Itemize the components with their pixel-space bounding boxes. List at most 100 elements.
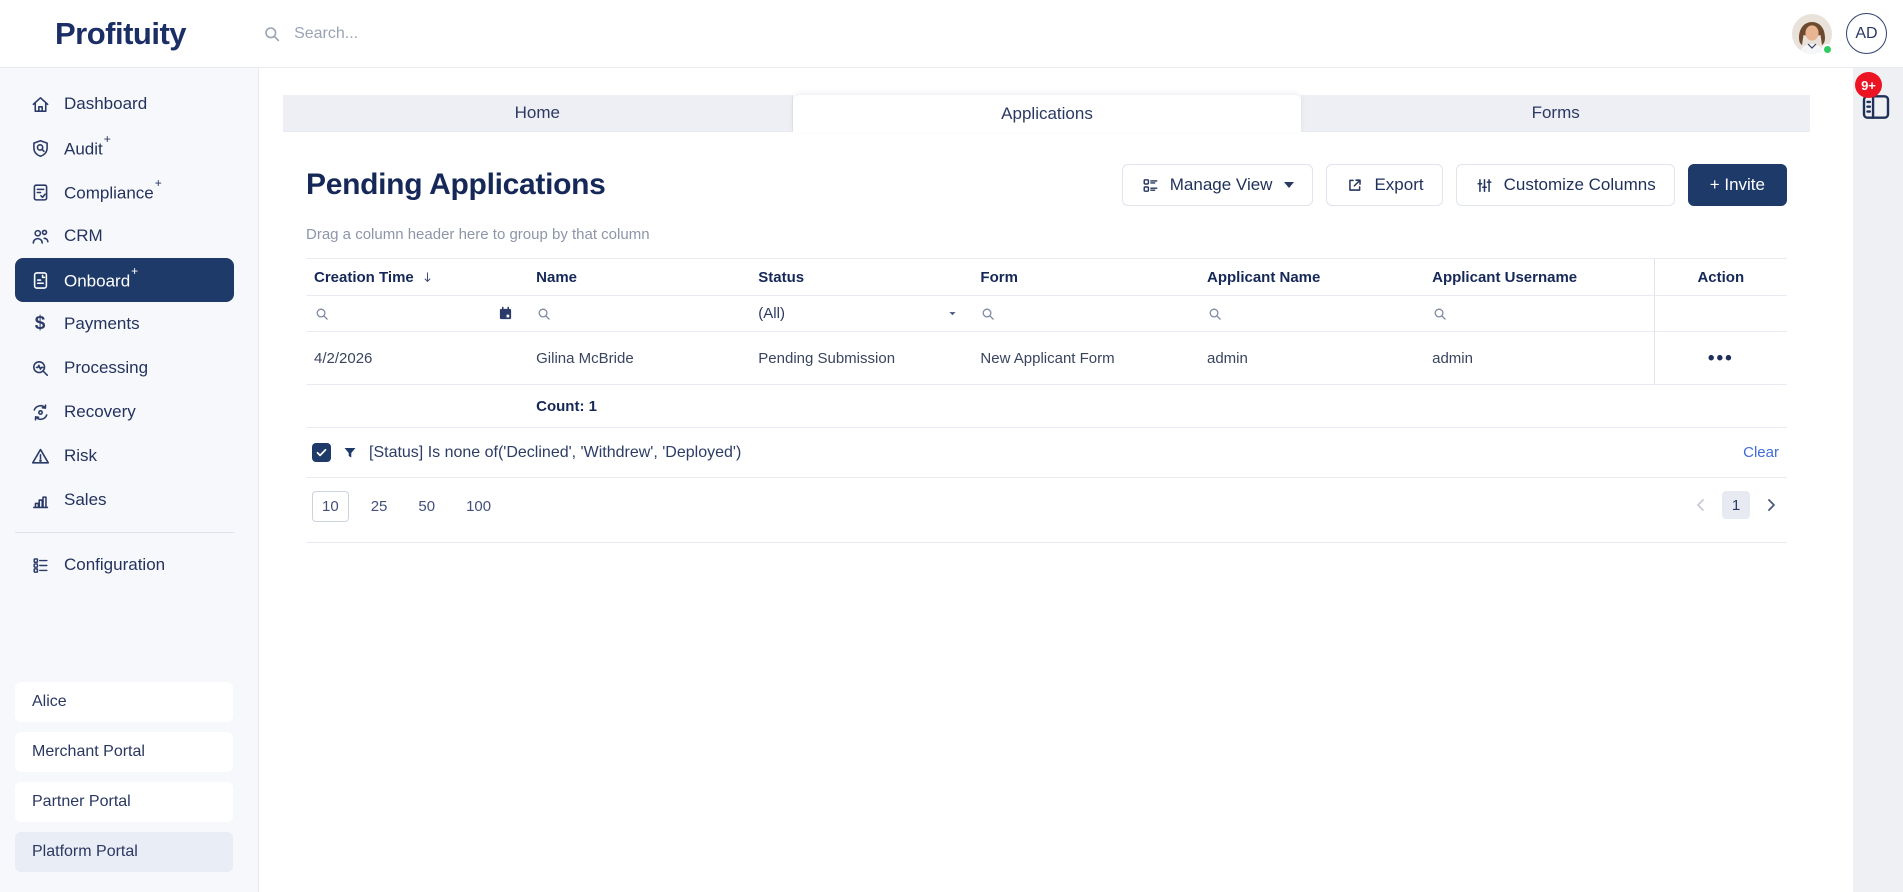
group-by-hint: Drag a column header here to group by th… [306,226,650,243]
column-header-creation-time[interactable]: Creation Time [306,259,528,295]
filter-applicant-username[interactable] [1424,296,1654,331]
portal-card-partner[interactable]: Partner Portal [15,782,233,822]
filter-form[interactable] [972,296,1199,331]
portal-card-alice[interactable]: Alice [15,682,233,722]
page-navigation: 1 [1691,491,1781,519]
user-avatar[interactable] [1792,13,1833,55]
tab-applications[interactable]: Applications [792,95,1302,132]
account-initials-badge[interactable]: AD [1846,13,1887,54]
filter-action-empty [1653,296,1787,331]
shield-search-icon [28,138,52,159]
column-header-status[interactable]: Status [750,259,972,295]
filter-creation-time[interactable] [306,296,528,331]
bar-chart-icon [28,490,52,511]
applications-panel: Pending Applications Manage View Export … [283,132,1810,543]
calendar-icon[interactable] [497,305,514,322]
home-icon [28,94,52,115]
page-title: Pending Applications [306,168,606,201]
notification-count-badge: 9+ [1855,72,1882,98]
filter-applicant-name[interactable] [1199,296,1424,331]
sort-desc-icon [424,271,431,282]
sidebar-item-risk[interactable]: Risk [15,434,234,478]
page-size-50[interactable]: 50 [409,492,444,521]
dollar-icon: $ [34,313,46,334]
sliders-icon [1477,178,1492,192]
sidebar-item-processing[interactable]: Processing [15,346,234,390]
filter-name[interactable] [528,296,750,331]
active-filter-bar: [Status] Is none of('Declined', 'Withdre… [306,428,1787,478]
customize-columns-button[interactable]: Customize Columns [1455,164,1675,206]
grid-filter-row: (All) [306,296,1787,332]
page-size-10[interactable]: 10 [312,491,349,522]
view-list-icon [1143,178,1158,192]
page-size-25[interactable]: 25 [362,492,397,521]
check-icon [316,448,327,457]
sidebar-item-label: Recovery [64,402,136,421]
filter-funnel-icon [344,447,356,457]
search-icon [265,26,280,41]
sidebar-divider [15,532,234,533]
row-count: Count: 1 [536,397,597,415]
sidebar-item-payments[interactable]: $ Payments [15,302,234,346]
grid-header-row: Creation Time Name Status Form Applicant… [306,259,1787,296]
next-page-icon[interactable] [1761,495,1781,515]
invite-button[interactable]: + Invite [1687,164,1787,206]
sidebar-item-compliance[interactable]: Compliance+ [15,170,234,214]
sidebar-item-label: Audit+ [64,131,111,159]
search-input[interactable] [294,24,615,43]
sidebar-item-audit[interactable]: Audit+ [15,126,234,170]
main-content: Home Applications Forms Pending Applicat… [259,68,1853,892]
filter-expression: [Status] Is none of('Declined', 'Withdre… [369,443,742,461]
clear-filter-link[interactable]: Clear [1743,444,1779,461]
tab-bar: Home Applications Forms [283,95,1811,132]
sidebar-item-onboard[interactable]: Onboard+ [15,258,234,302]
column-header-applicant-name[interactable]: Applicant Name [1199,259,1424,295]
sidebar-item-dashboard[interactable]: Dashboard [15,82,234,126]
column-header-name[interactable]: Name [528,259,750,295]
sidebar-item-label: Configuration [64,555,166,574]
cell-applicant-username: admin [1432,349,1473,367]
grid-summary-row: Count: 1 [306,385,1787,428]
portal-card-platform[interactable]: Platform Portal [15,832,233,872]
page-size-100[interactable]: 100 [457,492,500,521]
cell-status: Pending Submission [758,349,896,367]
manage-view-button[interactable]: Manage View [1121,164,1314,206]
column-header-applicant-username[interactable]: Applicant Username [1424,259,1654,295]
cell-applicant-name: admin [1207,349,1248,367]
tab-forms[interactable]: Forms [1301,95,1811,131]
onboard-file-icon [28,270,52,291]
sidebar-item-label: Risk [64,446,98,465]
portal-card-merchant[interactable]: Merchant Portal [15,732,233,772]
sidebar-item-configuration[interactable]: Configuration [15,543,234,587]
portal-links: Alice Merchant Portal Partner Portal Pla… [0,682,258,892]
sidebar-item-label: Onboard+ [64,263,139,291]
search-icon [316,308,328,320]
warning-triangle-icon [28,446,52,467]
export-button[interactable]: Export [1326,164,1443,206]
sidebar-item-label: Processing [64,358,149,377]
current-page-button[interactable]: 1 [1722,491,1750,519]
previous-page-icon[interactable] [1691,495,1711,515]
global-search[interactable] [262,24,615,44]
sidebar-item-sales[interactable]: Sales [15,478,234,522]
search-icon [1434,308,1446,320]
sidebar-item-label: CRM [64,226,103,245]
table-row[interactable]: 4/2/2026 Gilina McBride Pending Submissi… [306,332,1787,385]
refresh-gear-icon [28,402,52,423]
column-header-form[interactable]: Form [972,259,1199,295]
row-actions-button[interactable]: ••• [1655,349,1787,368]
people-icon [28,226,52,247]
tab-home[interactable]: Home [283,95,793,131]
topbar: Profituity AD [0,0,1903,68]
export-icon [1349,178,1362,191]
sidebar-item-crm[interactable]: CRM [15,214,234,258]
app-logo: Profituity [55,15,187,51]
cell-action: ••• [1653,332,1787,384]
search-icon [1209,308,1221,320]
sidebar-item-recovery[interactable]: Recovery [15,390,234,434]
filter-status-select[interactable]: (All) [750,296,972,331]
filter-enabled-checkbox[interactable] [312,443,331,462]
sidebar-item-label: Compliance+ [64,175,162,203]
cell-form: New Applicant Form [980,349,1115,367]
page-size-selector: 10 25 50 100 [312,491,500,522]
